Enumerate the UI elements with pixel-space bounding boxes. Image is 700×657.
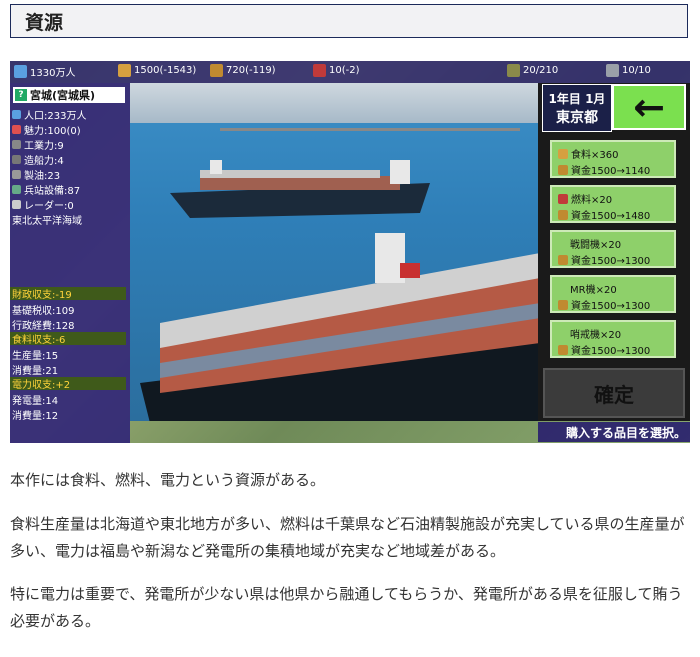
purchase-food-button[interactable]: 食料×360 資金1500→1140 <box>550 140 676 178</box>
stat-shipbuilding: 造船力:4 <box>12 152 64 167</box>
arrow-left-icon: ← <box>633 85 665 129</box>
turn-stat: 10/10 <box>606 64 651 77</box>
paragraph: 食料生産量は北海道や東北地方が多い、燃料は千葉県など石油精製施設が充実している県… <box>10 515 685 560</box>
truck-icon <box>12 185 21 194</box>
refinery-icon <box>12 170 21 179</box>
date-display: 1年目 1月 東京都 <box>542 84 612 132</box>
prefectures-stat: 20/210 <box>507 64 558 77</box>
fuel-stat: 10(-2) <box>313 64 360 77</box>
game-screenshot: 1330万人 1500(-1543) 720(-119) 10(-2) 20/2… <box>10 61 690 443</box>
purchase-mr-aircraft-button[interactable]: MR機×20 資金1500→1300 <box>550 275 676 313</box>
bridge <box>220 83 520 131</box>
stat-population: 人口:233万人 <box>12 107 86 122</box>
funds-bag-icon <box>558 299 568 310</box>
section-title: 資源 <box>25 11 64 34</box>
container-ship-small <box>170 160 430 218</box>
purchase-fuel-button[interactable]: 燃料×20 資金1500→1480 <box>550 185 676 223</box>
funds-bag-icon <box>558 344 568 355</box>
hint-text: 購入する品目を選択。 <box>565 425 686 440</box>
power-balance-label: 電力収支:+2 <box>10 377 126 391</box>
food-icon <box>118 64 131 77</box>
purchase-panel: 1年目 1月 東京都 ← 食料×360 資金1500→1140 燃料×20 資金… <box>538 83 690 421</box>
radar-icon <box>12 200 21 209</box>
back-button[interactable]: ← <box>612 84 686 130</box>
prefecture-icon <box>507 64 520 77</box>
food-item: 生産量:15 <box>12 351 59 362</box>
heart-icon <box>12 125 21 134</box>
stat-industry: 工業力:9 <box>12 137 64 152</box>
people-icon <box>12 110 21 119</box>
funds-bag-icon <box>558 254 568 265</box>
hint-bar: 購入する品目を選択。 <box>538 422 690 442</box>
purchase-fighter-button[interactable]: 戦闘機×20 資金1500→1300 <box>550 230 676 268</box>
stat-radar: レーダー:0 <box>12 197 74 212</box>
finance-item: 基礎税収:109 <box>12 306 75 317</box>
container-ship-large <box>140 233 538 421</box>
stat-refinery: 製油:23 <box>12 167 60 182</box>
stat-charm: 魅力:100(0) <box>12 122 81 137</box>
question-icon: ? <box>15 89 27 101</box>
resource-topbar: 1330万人 1500(-1543) 720(-119) 10(-2) 20/2… <box>10 61 690 83</box>
power-item: 消費量:12 <box>12 411 59 422</box>
finance-item: 行政経費:128 <box>12 321 75 332</box>
prefecture-name: ? 宮城(宮城県) <box>13 87 125 103</box>
confirm-button[interactable]: 確定 <box>543 368 685 418</box>
factory-icon <box>12 140 21 149</box>
funds-stat: 720(-119) <box>210 64 276 77</box>
turn-icon <box>606 64 619 77</box>
ship-icon <box>12 155 21 164</box>
funds-bag-icon <box>558 164 568 175</box>
stat-sea-area: 東北太平洋海域 <box>12 216 82 227</box>
food-item: 消費量:21 <box>12 366 59 377</box>
paragraph: 本作には食料、燃料、電力という資源がある。 <box>10 471 326 489</box>
food-balance-label: 食料収支:-6 <box>10 332 126 346</box>
section-header: 資源 <box>10 4 688 38</box>
population-stat: 1330万人 <box>14 64 75 79</box>
funds-bag-icon <box>210 64 223 77</box>
fuel-barrel-icon <box>313 64 326 77</box>
food-stat: 1500(-1543) <box>118 64 196 77</box>
container-ship-photo <box>130 83 538 421</box>
paragraph: 特に電力は重要で、発電所が少ない県は他県から融通してもらうか、発電所がある県を征… <box>10 585 683 630</box>
prefecture-info-panel: ? 宮城(宮城県) 人口:233万人 魅力:100(0) 工業力:9 造船力:4… <box>10 83 130 443</box>
population-icon <box>14 65 27 78</box>
finance-label: 財政収支:-19 <box>10 287 126 301</box>
purchase-patrol-aircraft-button[interactable]: 哨戒機×20 資金1500→1300 <box>550 320 676 358</box>
power-item: 発電量:14 <box>12 396 59 407</box>
stat-logistics: 兵站設備:87 <box>12 182 80 197</box>
food-icon <box>558 148 568 159</box>
funds-bag-icon <box>558 209 568 220</box>
fuel-barrel-icon <box>558 193 568 204</box>
